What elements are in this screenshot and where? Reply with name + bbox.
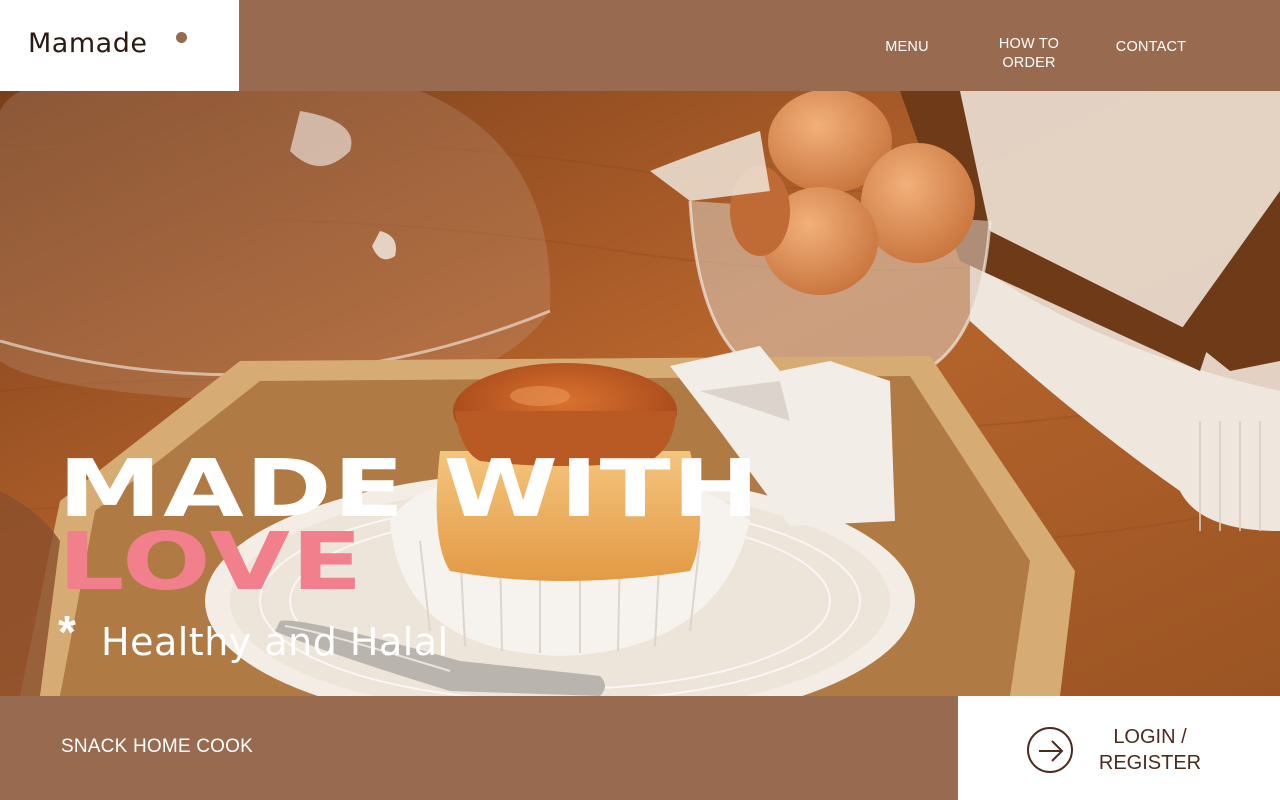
footer-bar: SNACK HOME COOK	[0, 696, 958, 800]
arrow-right-circle-icon[interactable]	[1027, 727, 1073, 773]
hero-headline-line2: LOVE	[58, 516, 364, 608]
hero-tagline: Healthy and Halal	[101, 620, 449, 664]
nav-how-to-order-link[interactable]: HOW TO ORDER	[990, 35, 1068, 73]
nav-contact-link[interactable]: CONTACT	[1108, 38, 1194, 57]
login-label-line2: REGISTER	[1098, 752, 1202, 774]
login-register-label[interactable]: LOGIN / REGISTER	[1098, 724, 1202, 776]
nav-menu-link[interactable]: MENU	[876, 38, 938, 57]
brand-logo[interactable]: Mamade	[28, 28, 147, 59]
nav-how-to-order-line1: HOW TO	[998, 36, 1060, 52]
asterisk-icon: *	[58, 606, 76, 658]
logo-dot-icon	[176, 32, 187, 43]
footer-tagline: SNACK HOME COOK	[61, 736, 253, 757]
nav-how-to-order-line2: ORDER	[1002, 55, 1056, 71]
hero-section: MADE WITH LOVE * Healthy and Halal	[0, 91, 1280, 696]
site-header: Mamade MENU HOW TO ORDER CONTACT	[0, 0, 1280, 91]
login-label-line1: LOGIN /	[1113, 726, 1187, 748]
login-register-button[interactable]: LOGIN / REGISTER	[958, 696, 1280, 800]
logo-container[interactable]: Mamade	[0, 0, 239, 91]
